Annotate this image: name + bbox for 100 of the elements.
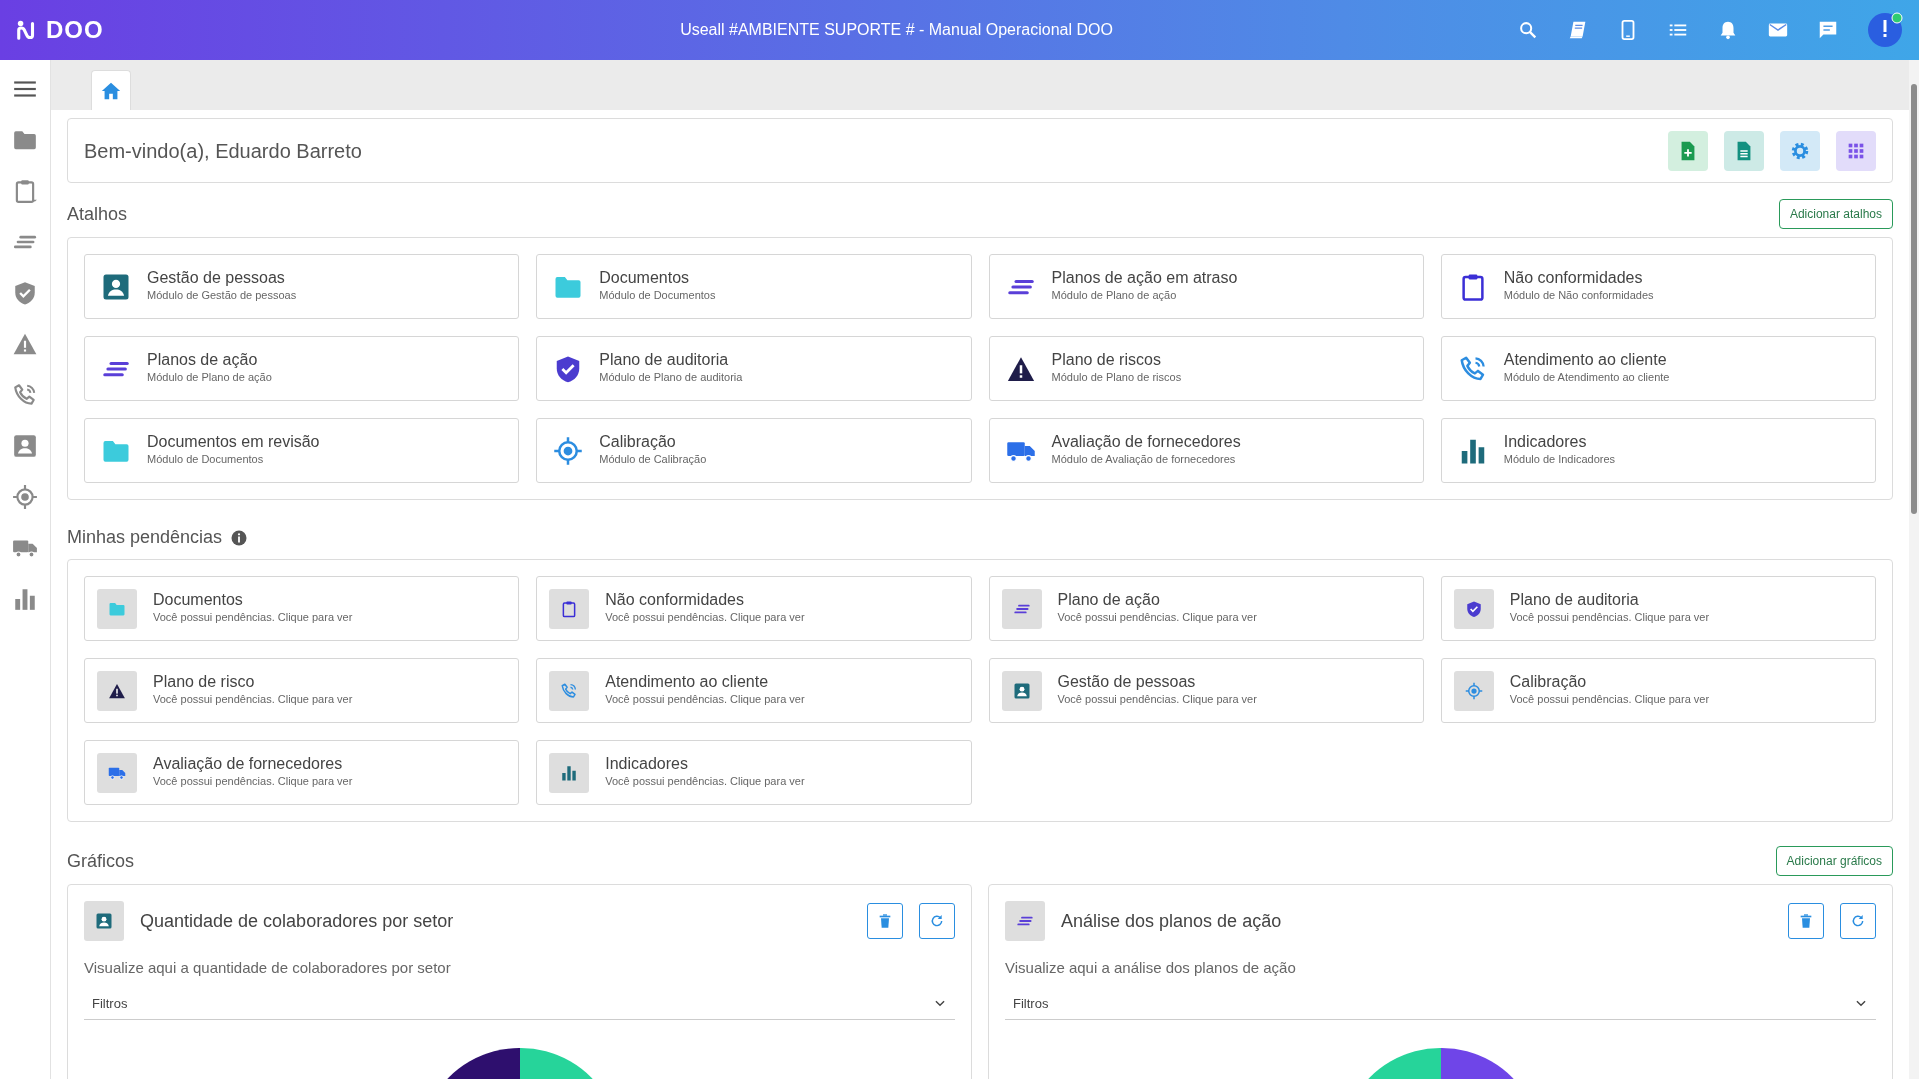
pending-subtitle: Você possui pendências. Clique para ver: [605, 774, 805, 790]
add-shortcuts-button[interactable]: Adicionar atalhos: [1778, 199, 1893, 229]
document-button[interactable]: [1724, 130, 1764, 171]
pending-title: Avaliação de fornecedores: [153, 755, 344, 774]
shortcut-card[interactable]: Avaliação de fornecedores Módulo de Avaliação de fornecedores: [988, 418, 1424, 483]
pending-title: Plano de auditoria: [1509, 591, 1640, 610]
shortcut-title: Gestão de pessoas: [147, 269, 286, 288]
section-title: Minhas pendências: [67, 526, 223, 549]
section-title: Atalhos: [67, 202, 128, 226]
pending-card[interactable]: Indicadores Você possui pendências. Clique para ver: [536, 740, 972, 805]
shortcut-card[interactable]: Documentos Módulo de Documentos: [536, 254, 972, 319]
pending-subtitle: Você possui pendências. Clique para ver: [605, 610, 805, 626]
pending-card[interactable]: Documentos Você possui pendências. Clique para ver: [84, 576, 520, 641]
pending-card[interactable]: Plano de ação Você possui pendências. Clique para ver: [988, 576, 1424, 641]
shortcut-card[interactable]: Planos de ação em atraso Módulo de Plano de ação: [988, 254, 1424, 319]
add-charts-button[interactable]: Adicionar gráficos: [1775, 846, 1893, 876]
shortcut-card[interactable]: Atendimento ao cliente Módulo de Atendimento ao cliente: [1440, 336, 1876, 401]
refresh-button[interactable]: [919, 903, 955, 939]
shortcut-title: Planos de ação em atraso: [1051, 269, 1238, 288]
person-card-icon[interactable]: [12, 433, 38, 459]
trash-icon: [1798, 913, 1814, 929]
filter-label: Filtros: [92, 994, 128, 1013]
pending-title: Atendimento ao cliente: [605, 673, 770, 692]
scrollbar[interactable]: [1909, 60, 1919, 1079]
shortcut-subtitle: Módulo de Avaliação de fornecedores: [1051, 452, 1237, 468]
shortcut-subtitle: Módulo de Documentos: [147, 452, 265, 468]
pending-card[interactable]: Gestão de pessoas Você possui pendências. Clique para ver: [988, 658, 1424, 723]
search-icon[interactable]: [1517, 19, 1539, 41]
pending-subtitle: Você possui pendências. Clique para ver: [605, 692, 805, 708]
refresh-icon: [929, 913, 945, 929]
info-icon: [230, 528, 249, 547]
shortcut-title: Documentos em revisão: [147, 433, 320, 452]
shortcut-card[interactable]: Plano de auditoria Módulo de Plano de auditoria: [536, 336, 972, 401]
pending-subtitle: Você possui pendências. Clique para ver: [153, 610, 353, 626]
settings-button[interactable]: [1780, 130, 1820, 171]
target-icon: [553, 435, 584, 466]
chart-description: Visualize aqui a análise dos planos de ação: [1005, 958, 1297, 978]
filter-label: Filtros: [1013, 994, 1049, 1013]
chart-title: Quantidade de colaboradores por setor: [140, 909, 455, 933]
shortcut-title: Planos de ação: [147, 351, 259, 370]
chart-description: Visualize aqui a quantidade de colaboradores por setor: [84, 958, 452, 978]
chart-title: Análise dos planos de ação: [1061, 909, 1283, 933]
avatar-icon: [1867, 12, 1903, 48]
delete-button[interactable]: [867, 903, 903, 939]
pending-title: Não conformidades: [605, 591, 745, 610]
shortcut-title: Não conformidades: [1503, 269, 1644, 288]
shortcut-card[interactable]: Planos de ação Módulo de Plano de ação: [84, 336, 520, 401]
home-tab[interactable]: [91, 70, 131, 110]
shortcut-card[interactable]: Plano de riscos Módulo de Plano de riscos: [988, 336, 1424, 401]
shortcut-card[interactable]: Calibração Módulo de Calibração: [536, 418, 972, 483]
refresh-icon: [1850, 913, 1866, 929]
shortcut-subtitle: Módulo de Plano de ação: [147, 370, 272, 386]
refresh-button[interactable]: [1840, 903, 1876, 939]
pending-card[interactable]: Não conformidades Você possui pendências. Clique para ver: [536, 576, 972, 641]
pending-title: Documentos: [153, 591, 244, 610]
pending-card[interactable]: Avaliação de fornecedores Você possui pendências. Clique para ver: [84, 740, 520, 805]
shortcut-card[interactable]: Gestão de pessoas Módulo de Gestão de pessoas: [84, 254, 520, 319]
phone-icon: [560, 681, 579, 700]
shortcut-title: Plano de riscos: [1051, 351, 1162, 370]
new-document-button[interactable]: [1668, 130, 1708, 171]
target-icon[interactable]: [12, 484, 38, 510]
shortcut-subtitle: Módulo de Plano de riscos: [1051, 370, 1182, 386]
pending-card[interactable]: Calibração Você possui pendências. Clique para ver: [1440, 658, 1876, 723]
pending-subtitle: Você possui pendências. Clique para ver: [1057, 692, 1257, 708]
shortcut-card[interactable]: Não conformidades Módulo de Não conformidades: [1440, 254, 1876, 319]
shortcut-subtitle: Módulo de Calibração: [599, 452, 707, 468]
shortcut-title: Indicadores: [1503, 433, 1588, 452]
pending-card[interactable]: Atendimento ao cliente Você possui pendências. Clique para ver: [536, 658, 972, 723]
shortcut-title: Plano de auditoria: [599, 351, 730, 370]
brand-name: DOO: [46, 15, 104, 45]
bar-chart-icon[interactable]: [12, 586, 38, 612]
trash-icon: [877, 913, 893, 929]
shortcut-title: Calibração: [599, 433, 677, 452]
shortcut-title: Avaliação de fornecedores: [1051, 433, 1241, 452]
delete-button[interactable]: [1788, 903, 1824, 939]
shortcut-subtitle: Módulo de Plano de auditoria: [599, 370, 743, 386]
pending-card[interactable]: Plano de auditoria Você possui pendências. Clique para ver: [1440, 576, 1876, 641]
pending-title: Gestão de pessoas: [1057, 673, 1197, 692]
pending-subtitle: Você possui pendências. Clique para ver: [153, 692, 353, 708]
pending-subtitle: Você possui pendências. Clique para ver: [1509, 692, 1710, 708]
shield-check-icon: [1464, 599, 1483, 618]
shortcut-title: Documentos: [599, 269, 691, 288]
apps-grid-button[interactable]: [1836, 130, 1876, 171]
shield-check-icon[interactable]: [12, 280, 38, 306]
pending-title: Plano de risco: [153, 673, 256, 692]
shortcut-subtitle: Módulo de Documentos: [599, 288, 716, 304]
shortcut-title: Atendimento ao cliente: [1503, 351, 1668, 370]
target-icon: [1464, 681, 1483, 700]
section-title: Gráficos: [67, 849, 135, 873]
phone-icon[interactable]: [12, 382, 38, 408]
pending-title: Calibração: [1509, 673, 1588, 692]
shortcut-subtitle: Módulo de Gestão de pessoas: [147, 288, 297, 304]
shortcut-card[interactable]: Indicadores Módulo de Indicadores: [1440, 418, 1876, 483]
shortcut-subtitle: Módulo de Indicadores: [1503, 452, 1616, 468]
pending-title: Plano de ação: [1057, 591, 1161, 610]
shortcut-card[interactable]: Documentos em revisão Módulo de Documentos: [84, 418, 520, 483]
app-title: Useall #AMBIENTE SUPORTE # - Manual Operacional DOO: [680, 21, 1113, 38]
shortcut-subtitle: Módulo de Não conformidades: [1503, 288, 1654, 304]
welcome-text: Bem-vindo(a), Eduardo Barreto: [84, 138, 362, 164]
pending-card[interactable]: Plano de risco Você possui pendências. Clique para ver: [84, 658, 520, 723]
